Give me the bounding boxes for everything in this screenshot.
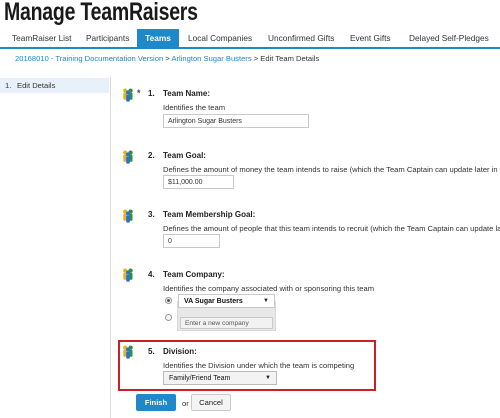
- company-select-value: VA Sugar Busters: [184, 298, 243, 305]
- breadcrumb-current: Edit Team Details: [260, 54, 320, 63]
- step-description: Defines the amount of people that this t…: [163, 224, 500, 233]
- team-membership-goal-input[interactable]: 0: [163, 234, 220, 248]
- new-company-radio[interactable]: [165, 314, 172, 321]
- tab-event-gifts[interactable]: Event Gifts: [350, 29, 391, 47]
- team-people-icon: [123, 209, 133, 223]
- step-label: Team Membership Goal:: [163, 210, 256, 219]
- step-description: Identifies the company associated with o…: [163, 284, 375, 293]
- step-description: Identifies the team: [163, 103, 226, 112]
- sidebar: 1. Edit Details: [0, 77, 111, 418]
- tab-delayed-self-pledges[interactable]: Delayed Self-Pledges: [409, 29, 489, 47]
- tab-unconfirmed-gifts[interactable]: Unconfirmed Gifts: [268, 29, 334, 47]
- step-label: Team Goal:: [163, 151, 206, 160]
- chevron-down-icon: ▼: [263, 298, 269, 304]
- existing-company-radio[interactable]: [165, 297, 172, 304]
- sidebar-item-edit-details[interactable]: 1. Edit Details: [0, 78, 109, 93]
- required-marker: *: [137, 88, 141, 98]
- breadcrumb: 20168010 - Training Documentation Versio…: [15, 54, 319, 63]
- tab-bar: TeamRaiser List Participants Teams Local…: [0, 29, 500, 49]
- division-highlight-box: [118, 340, 376, 391]
- team-people-icon: [123, 150, 133, 164]
- breadcrumb-separator: >: [251, 54, 261, 63]
- team-name-input[interactable]: Arlington Sugar Busters: [163, 114, 309, 128]
- team-people-icon: [123, 88, 133, 102]
- team-people-icon: [123, 268, 133, 282]
- finish-button[interactable]: Finish: [136, 394, 176, 411]
- sidebar-item-number: 1.: [5, 81, 12, 90]
- step-number: 3.: [148, 210, 155, 219]
- new-company-input[interactable]: Enter a new company: [180, 317, 273, 329]
- step-description: Defines the amount of money the team int…: [163, 165, 500, 174]
- breadcrumb-link-team[interactable]: Arlington Sugar Busters: [171, 54, 251, 63]
- page-title: Manage TeamRaisers: [4, 0, 198, 26]
- step-number: 4.: [148, 270, 155, 279]
- cancel-button[interactable]: Cancel: [191, 394, 231, 411]
- tab-local-companies[interactable]: Local Companies: [188, 29, 252, 47]
- step-label: Team Name:: [163, 89, 210, 98]
- company-selector-panel: VA Sugar Busters ▼ Enter a new company: [177, 294, 276, 331]
- tab-teams[interactable]: Teams: [137, 29, 179, 47]
- tab-teamraiser-list[interactable]: TeamRaiser List: [12, 29, 71, 47]
- breadcrumb-link-event[interactable]: 20168010 - Training Documentation Versio…: [15, 54, 163, 63]
- tab-participants[interactable]: Participants: [86, 29, 129, 47]
- step-number: 2.: [148, 151, 155, 160]
- sidebar-item-label: Edit Details: [17, 81, 56, 90]
- step-label: Team Company:: [163, 270, 225, 279]
- step-number: 1.: [148, 89, 155, 98]
- team-goal-input[interactable]: $11,000.00: [163, 175, 234, 189]
- or-text: or: [182, 399, 189, 408]
- company-select[interactable]: VA Sugar Busters ▼: [178, 294, 275, 308]
